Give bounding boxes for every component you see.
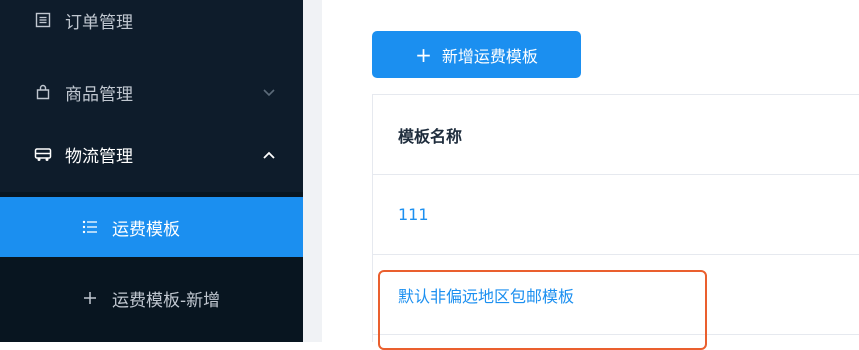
sidebar-item-shipping-template-new[interactable]: 运费模板-新增: [0, 268, 303, 328]
plus-icon: [80, 288, 100, 308]
sidebar: 订单管理 商品管理 物流管理 运费模板 运费模板-新增: [0, 0, 303, 342]
chevron-down-icon: [263, 82, 275, 102]
truck-icon: [33, 144, 53, 164]
plus-icon: +: [415, 42, 432, 67]
column-header-template-name: 模板名称: [398, 126, 463, 146]
sidebar-item-logistics[interactable]: 物流管理: [0, 124, 303, 184]
sidebar-item-shipping-template[interactable]: 运费模板: [0, 197, 303, 257]
table-row: 111: [373, 175, 859, 255]
sidebar-item-label: 订单管理: [65, 12, 133, 33]
list-icon: [80, 217, 100, 237]
sidebar-item-label: 物流管理: [65, 146, 133, 167]
highlight-box: [378, 270, 707, 350]
bag-icon: [33, 82, 53, 102]
sidebar-item-products[interactable]: 商品管理: [0, 62, 303, 122]
sidebar-item-orders[interactable]: 订单管理: [0, 0, 303, 50]
table-header: 模板名称: [373, 95, 859, 175]
sidebar-item-label: 运费模板: [112, 219, 180, 240]
template-name-link[interactable]: 111: [398, 205, 429, 224]
sidebar-item-label: 商品管理: [65, 84, 133, 105]
chevron-up-icon: [263, 144, 275, 164]
sidebar-item-label: 运费模板-新增: [112, 290, 221, 311]
add-shipping-template-button[interactable]: + 新增运费模板: [372, 31, 581, 78]
add-button-label: 新增运费模板: [441, 46, 538, 66]
list-box-icon: [33, 10, 53, 30]
